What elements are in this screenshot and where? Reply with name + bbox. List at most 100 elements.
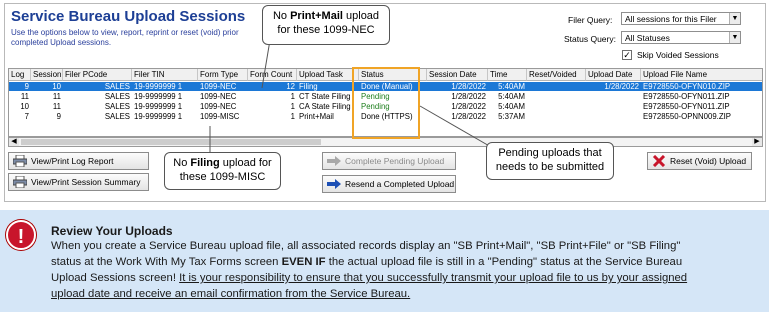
col-header-filer-pcode[interactable]: Filer PCode [63, 69, 132, 81]
cell-time: 5:40AM [498, 82, 525, 91]
red-x-icon [652, 155, 666, 167]
cell-upload-task: CT State Filing [299, 92, 351, 101]
col-header-form-type[interactable]: Form Type [198, 69, 248, 81]
cell-log: 11 [20, 92, 29, 101]
notice-line-3: Upload Sessions screen! It is your respo… [51, 272, 688, 284]
cell-time: 5:37AM [498, 112, 525, 121]
col-header-session[interactable]: Session [31, 69, 63, 81]
cell-session: 11 [52, 92, 61, 101]
cell-session-date: 1/28/2022 [451, 82, 486, 91]
cell-upload-task: Print+Mail [299, 112, 334, 121]
cell-form-type: 1099-NEC [200, 102, 237, 111]
cell-upload-file-name: E9728550-OFYN011.ZIP [643, 92, 730, 101]
cell-time: 5:40AM [498, 92, 525, 101]
cell-filer-tin: 19-9999999 1 [134, 112, 183, 121]
arrow-right-icon [327, 156, 341, 166]
callout-pending-uploads: Pending uploads that needs to be submitt… [486, 142, 614, 180]
cell-filer-tin: 19-9999999 1 [134, 102, 183, 111]
status-query-value: All Statuses [625, 33, 670, 43]
notice-line-1: When you create a Service Bureau upload … [51, 240, 681, 252]
skip-voided-checkbox[interactable]: ✓ [622, 50, 632, 60]
exclamation-alert-icon: ! [6, 220, 36, 250]
cell-form-type: 1099-NEC [200, 92, 237, 101]
filer-query-label: Filer Query: [568, 15, 613, 25]
scroll-left-icon[interactable]: ◀ [9, 138, 19, 146]
cell-session: 11 [52, 102, 61, 111]
cell-upload-file-name: E9728550-OPNN009.ZIP [643, 112, 731, 121]
col-header-time[interactable]: Time [488, 69, 527, 81]
skip-voided-label: Skip Voided Sessions [637, 50, 719, 60]
status-query-select[interactable]: All Statuses ▼ [621, 31, 741, 44]
status-query-label: Status Query: [564, 34, 616, 44]
cell-log: 9 [24, 82, 29, 91]
cell-session-date: 1/28/2022 [451, 92, 486, 101]
cell-filer-tin: 19-9999999 1 [134, 82, 183, 91]
view-print-log-button[interactable]: View/Print Log Report [8, 152, 149, 170]
resend-completed-upload-label: Resend a Completed Upload [345, 179, 455, 189]
cell-filer-tin: 19-9999999 1 [134, 92, 183, 101]
cell-upload-file-name: E9728550-OFYN011.ZIP [643, 102, 730, 111]
cell-form-count: 1 [290, 102, 295, 111]
cell-form-type: 1099-NEC [200, 82, 237, 91]
reset-void-upload-button[interactable]: Reset (Void) Upload [647, 152, 752, 170]
view-print-session-summary-button[interactable]: View/Print Session Summary [8, 173, 149, 191]
view-print-log-label: View/Print Log Report [31, 156, 114, 166]
cell-upload-date: 1/28/2022 [604, 82, 639, 91]
complete-pending-upload-label: Complete Pending Upload [345, 156, 445, 166]
resend-completed-upload-button[interactable]: Resend a Completed Upload [322, 175, 456, 193]
callout-nec-no-print-mail: No Print+Mail upload for these 1099-NEC [262, 5, 390, 45]
window-description-line1: Use the options below to view, report, r… [11, 28, 239, 37]
cell-form-type: 1099-MISC [200, 112, 240, 121]
scrollbar-thumb[interactable] [21, 139, 321, 145]
col-header-log[interactable]: Log [9, 69, 31, 81]
col-header-upload-file-name[interactable]: Upload File Name [641, 69, 762, 81]
cell-filer-pcode: SALES [104, 112, 130, 121]
cell-session: 9 [56, 112, 61, 121]
review-uploads-notice: ! Review Your Uploads When you create a … [0, 210, 769, 312]
chevron-down-icon[interactable]: ▼ [729, 32, 740, 43]
cell-reset-voided [527, 102, 586, 111]
status-highlight-box [352, 67, 420, 139]
printer-icon [13, 155, 27, 167]
col-header-upload-task[interactable]: Upload Task [297, 69, 359, 81]
cell-form-count: 12 [286, 82, 295, 91]
filer-query-value: All sessions for this Filer [625, 14, 717, 24]
cell-upload-file-name: E9728550-OFYN010.ZIP [643, 82, 731, 91]
scroll-right-icon[interactable]: ▶ [752, 138, 762, 146]
filer-query-select[interactable]: All sessions for this Filer ▼ [621, 12, 741, 25]
cell-time: 5:40AM [498, 102, 525, 111]
chevron-down-icon[interactable]: ▼ [729, 13, 740, 24]
cell-form-count: 1 [290, 92, 295, 101]
cell-reset-voided [527, 112, 586, 121]
cell-upload-date [586, 102, 641, 111]
cell-log: 7 [24, 112, 29, 121]
col-header-form-count[interactable]: Form Count [248, 69, 297, 81]
arrow-right-icon [327, 179, 341, 189]
cell-upload-task: Filing [299, 82, 318, 91]
col-header-filer-tin[interactable]: Filer TIN [132, 69, 198, 81]
cell-upload-date [586, 92, 641, 101]
cell-log: 10 [20, 102, 29, 111]
printer-icon [13, 176, 27, 188]
view-print-session-summary-label: View/Print Session Summary [31, 177, 141, 187]
reset-void-upload-label: Reset (Void) Upload [670, 156, 747, 166]
col-header-session-date[interactable]: Session Date [427, 69, 488, 81]
cell-filer-pcode: SALES [104, 102, 130, 111]
notice-title: Review Your Uploads [51, 224, 173, 238]
cell-upload-task: CA State Filing [299, 102, 351, 111]
col-header-upload-date[interactable]: Upload Date [586, 69, 641, 81]
cell-session: 10 [52, 82, 61, 91]
col-header-reset-voided[interactable]: Reset/Voided [527, 69, 586, 81]
cell-session-date: 1/28/2022 [451, 112, 486, 121]
cell-upload-date [586, 112, 641, 121]
cell-reset-voided [527, 92, 586, 101]
notice-line-2: status at the Work With My Tax Forms scr… [51, 256, 683, 268]
callout-misc-no-filing: No Filing upload for these 1099-MISC [164, 152, 281, 190]
cell-reset-voided [527, 82, 586, 91]
cell-filer-pcode: SALES [104, 82, 130, 91]
complete-pending-upload-button[interactable]: Complete Pending Upload [322, 152, 456, 170]
window-title: Service Bureau Upload Sessions [11, 8, 246, 25]
cell-form-count: 1 [290, 112, 295, 121]
window-description-line2: completed Upload sessions. [11, 38, 112, 47]
cell-session-date: 1/28/2022 [451, 102, 486, 111]
